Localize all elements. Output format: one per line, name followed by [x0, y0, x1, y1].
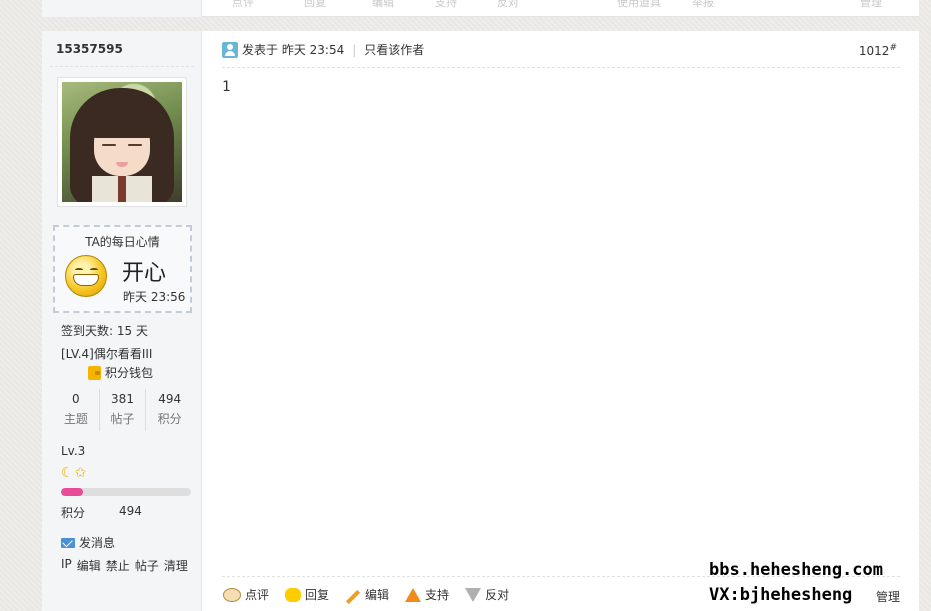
comment-label: 点评 — [245, 588, 270, 602]
divider — [50, 66, 194, 67]
stat-threads[interactable]: 0 主题 — [53, 389, 100, 431]
avatar-eye — [128, 144, 142, 146]
level-progress-fill — [61, 488, 84, 496]
avatar-eye — [102, 144, 116, 146]
stat-posts[interactable]: 381 帖子 — [100, 389, 147, 431]
avatar-frame[interactable] — [57, 77, 187, 207]
avatar[interactable] — [62, 82, 182, 202]
support-label: 支持 — [425, 588, 450, 602]
stat-label: 积分 — [157, 412, 182, 426]
prev-manage-label[interactable]: 管理 — [860, 0, 882, 10]
comment-icon — [223, 587, 241, 602]
mood-eye — [75, 268, 83, 271]
comment-button[interactable]: 点评 — [223, 586, 269, 603]
prev-support-label[interactable]: 支持 — [435, 0, 457, 10]
prev-oppose-label[interactable]: 反对 — [497, 0, 519, 10]
avatar-bangs — [88, 104, 156, 138]
oppose-button[interactable]: 反对 — [465, 586, 509, 603]
header-separator: | — [352, 42, 357, 57]
moon-star-icon: ☾✩ — [61, 465, 88, 481]
score-line: 积分 494 — [61, 504, 142, 521]
edit-label: 编辑 — [365, 588, 390, 602]
watermark-line-2: VX:bjhehesheng — [709, 585, 853, 605]
user-stats: 0 主题 381 帖子 494 积分 — [53, 389, 193, 431]
reply-icon — [285, 587, 302, 602]
support-button[interactable]: 支持 — [405, 586, 449, 603]
post-time: 发表于 昨天 23:54 — [242, 43, 345, 57]
score-value: 494 — [119, 504, 142, 518]
reply-label: 回复 — [305, 588, 330, 602]
post-header: 发表于 昨天 23:54 | 只看该作者 — [222, 41, 424, 58]
forum-post: 15357595 TA的每日心情 开心 昨天 23:56 签到天数: 15 天 … — [42, 31, 919, 611]
manage-link[interactable]: 管理 — [876, 588, 900, 605]
wallet-label: 积分钱包 — [105, 366, 154, 380]
prev-reply-label[interactable]: 回复 — [304, 0, 326, 10]
admin-link-clean[interactable]: 清理 — [164, 557, 188, 574]
author-username[interactable]: 15357595 — [56, 42, 123, 56]
mood-title: TA的每日心情 — [85, 235, 160, 249]
stat-label: 主题 — [63, 412, 88, 426]
prev-use-item-label[interactable]: 使用道具 — [617, 0, 661, 10]
score-label: 积分 — [61, 506, 86, 520]
prev-edit-label[interactable]: 编辑 — [372, 0, 394, 10]
oppose-icon — [465, 587, 482, 602]
admin-link-edit[interactable]: 编辑 — [77, 557, 101, 574]
user-online-icon — [222, 41, 238, 58]
floor-mark: # — [889, 43, 897, 53]
mood-teeth — [73, 274, 99, 286]
post-actions: 点评 回复 编辑 支持 反对 — [223, 586, 509, 604]
stat-value: 381 — [111, 392, 134, 406]
header-divider — [222, 67, 900, 68]
reply-button[interactable]: 回复 — [285, 586, 329, 603]
prev-comment-label[interactable]: 点评 — [232, 0, 254, 10]
wallet-icon — [88, 365, 101, 380]
mood-time: 昨天 23:56 — [123, 290, 186, 304]
mood-word: 开心 — [122, 261, 167, 286]
avatar-tie — [118, 176, 126, 202]
support-icon — [405, 587, 422, 602]
happy-face-icon — [65, 255, 107, 297]
watermark-line-1: bbs.hehesheng.com — [709, 560, 883, 580]
stat-points[interactable]: 494 积分 — [146, 389, 193, 431]
stat-value: 494 — [158, 392, 182, 406]
post-body: 1 — [222, 79, 231, 95]
stat-value: 0 — [72, 392, 80, 406]
edit-button[interactable]: 编辑 — [345, 586, 390, 604]
admin-link-posts[interactable]: 帖子 — [135, 557, 159, 574]
admin-links: IP 编辑 禁止 帖子 清理 — [61, 557, 188, 574]
floor-value: 1012 — [858, 44, 890, 58]
prev-report-label[interactable]: 举报 — [692, 0, 714, 10]
user-level: Lv.3 — [61, 444, 86, 458]
admin-link-ban[interactable]: 禁止 — [106, 557, 130, 574]
floor-number[interactable]: 1012# — [859, 43, 897, 58]
author-column: 15357595 TA的每日心情 开心 昨天 23:56 签到天数: 15 天 … — [42, 31, 202, 611]
daily-mood-box: TA的每日心情 开心 昨天 23:56 — [53, 225, 192, 313]
send-message-label: 发消息 — [79, 536, 116, 550]
stat-label: 帖子 — [110, 412, 135, 426]
checkin-days: 签到天数: 15 天 — [61, 324, 148, 338]
previous-post-footer: 点评 回复 编辑 支持 反对 使用道具 举报 管理 — [42, 0, 919, 17]
only-author-link[interactable]: 只看该作者 — [364, 41, 424, 58]
mood-eye — [90, 268, 98, 271]
previous-post-author-column — [42, 0, 202, 17]
admin-link-ip[interactable]: IP — [61, 557, 72, 574]
level-progress-bar — [61, 488, 191, 496]
post-content-column: 发表于 昨天 23:54 | 只看该作者 1012# 1 点评 回复 编辑 支持… — [203, 31, 919, 611]
send-message-link[interactable]: 发消息 — [61, 534, 115, 551]
mail-icon — [61, 537, 75, 548]
wallet-link[interactable]: 积分钱包 — [88, 364, 153, 381]
user-rank[interactable]: [LV.4]偶尔看看III — [61, 345, 152, 362]
oppose-label: 反对 — [485, 588, 510, 602]
edit-icon — [345, 589, 361, 604]
